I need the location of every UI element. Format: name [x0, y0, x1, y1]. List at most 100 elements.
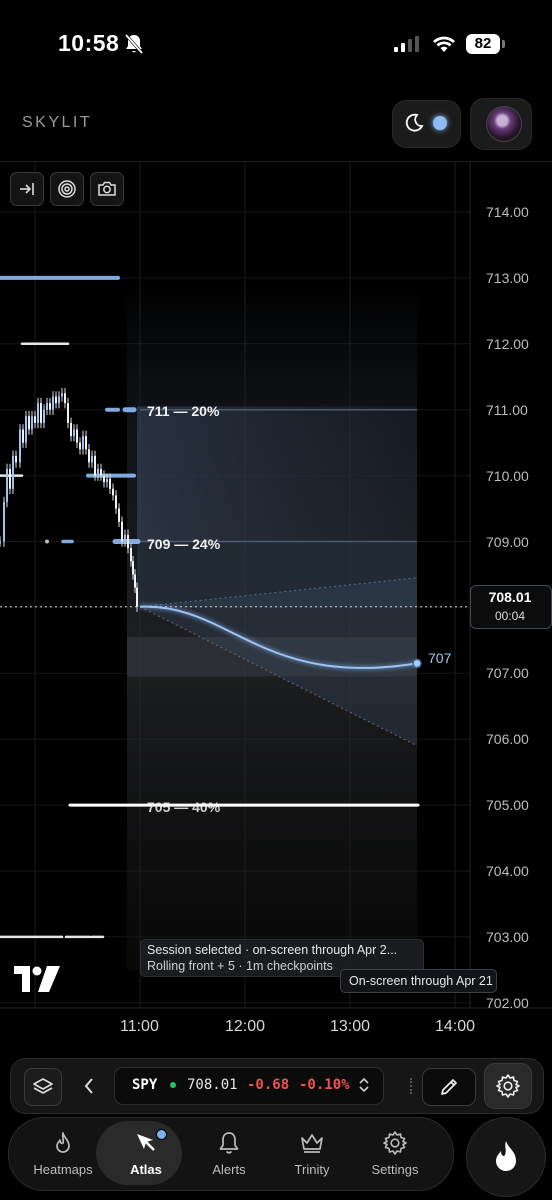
price-chart[interactable] [0, 162, 552, 1010]
probability-zone-upper [137, 406, 417, 543]
candle-body [61, 393, 63, 397]
candle-body [106, 478, 108, 483]
layers-button[interactable] [24, 1068, 62, 1106]
candle-body [97, 469, 99, 476]
drag-handle[interactable] [410, 1078, 414, 1094]
candle-body [52, 396, 54, 410]
candle-body [134, 574, 136, 588]
price-tick-label: 702.00 [486, 994, 529, 1011]
battery-tip [502, 40, 505, 48]
flame-icon [56, 1132, 70, 1153]
candle-body [124, 534, 126, 542]
crown-icon [301, 1134, 323, 1153]
candle-body [82, 436, 84, 450]
time-tick-label: 13:00 [330, 1018, 371, 1035]
theme-toggle[interactable] [392, 100, 461, 148]
current-price-value: 708.01 [488, 589, 532, 605]
atlas-badge [156, 1129, 167, 1140]
nav-heatmaps[interactable]: Heatmaps [22, 1121, 104, 1185]
battery-indicator: 82 [466, 34, 500, 54]
candle-body [79, 442, 81, 450]
chart-settings-button[interactable] [484, 1063, 532, 1109]
chevron-left-icon[interactable] [82, 1076, 96, 1096]
projection-label: 707 [428, 650, 452, 666]
nav-settings[interactable]: Settings [354, 1121, 436, 1185]
session-tooltip-line2: Rolling front + 5 · 1m checkpoints [147, 959, 333, 973]
ticker-change-pct: -0.10% [299, 1077, 350, 1093]
candle-body [3, 501, 5, 542]
price-tick-label: 707.00 [486, 665, 529, 682]
price-tick-label: 710.00 [486, 467, 529, 484]
price-tick-label: 706.00 [486, 731, 529, 748]
jump-to-end-icon [20, 183, 34, 195]
bell-icon [219, 1132, 239, 1154]
flow-dot-709 [45, 539, 49, 544]
nav-alerts[interactable]: Alerts [188, 1121, 270, 1185]
jump-to-latest-button[interactable] [10, 172, 44, 206]
nav-label-atlas: Atlas [130, 1162, 162, 1177]
ticker-change: -0.68 [247, 1077, 290, 1093]
range-tag-text: On-screen through Apr 21 [349, 974, 493, 988]
price-tick-label: 709.00 [486, 533, 529, 550]
candle-body [49, 403, 51, 410]
candle-body [12, 455, 14, 489]
gear-icon [383, 1131, 407, 1155]
candle-body [15, 455, 17, 463]
gear-icon [496, 1074, 520, 1098]
level-label-705: 705 — 40% [147, 799, 221, 815]
candle-body [100, 469, 102, 476]
candle-body [127, 534, 129, 549]
candle-body [58, 396, 60, 404]
candle-body [25, 416, 27, 443]
status-time: 10:58 [58, 30, 120, 56]
price-tick-label: 713.00 [486, 269, 529, 286]
nav-label-heatmaps: Heatmaps [33, 1162, 93, 1177]
candle-body [31, 416, 33, 430]
candle-body [55, 396, 57, 404]
candle-body [130, 548, 132, 562]
avatar [486, 106, 522, 142]
price-tick-label: 714.00 [486, 204, 529, 220]
candle-body [46, 403, 48, 410]
signal-icon [394, 36, 419, 52]
level-label-711: 711 — 20% [147, 403, 220, 419]
candle-body [43, 409, 45, 423]
candle-body [103, 475, 105, 483]
nav-trinity[interactable]: Trinity [271, 1121, 353, 1185]
candle-body [91, 455, 93, 463]
draw-button[interactable] [422, 1068, 476, 1106]
hot-button[interactable] [466, 1117, 546, 1197]
candle-body [70, 422, 72, 437]
time-tick-label: 11:00 [120, 1018, 159, 1035]
candle-countdown: 00:04 [494, 609, 526, 623]
candle-body [40, 403, 42, 423]
ticker-price: 708.01 [187, 1077, 238, 1093]
candle-body [94, 455, 96, 476]
flame-icon [496, 1141, 516, 1171]
up-down-chevron-icon [359, 1077, 369, 1093]
candle-body [115, 495, 117, 509]
wifi-icon [433, 36, 455, 52]
nav-label-trinity: Trinity [294, 1162, 330, 1177]
live-indicator [170, 1082, 176, 1088]
time-tick-label: 14:00 [435, 1018, 476, 1035]
price-tick-label: 705.00 [486, 797, 529, 814]
candle-body [112, 488, 114, 496]
screenshot-button[interactable] [90, 172, 124, 206]
price-tick-label: 711.00 [486, 401, 528, 418]
session-tooltip-line1: Session selected · on-screen through Apr… [147, 943, 398, 957]
nav-atlas[interactable]: Atlas [105, 1121, 187, 1185]
theme-indicator-dot [433, 116, 447, 130]
nav-label-settings: Settings [371, 1162, 419, 1177]
brand-title: SKYLIT [22, 114, 93, 131]
candle-body [37, 403, 39, 423]
target-button[interactable] [50, 172, 84, 206]
level-label-709: 709 — 24% [147, 536, 221, 552]
candle-body [22, 429, 24, 443]
tradingview-logo [14, 966, 60, 992]
candle-body [34, 416, 36, 423]
camera-icon [98, 181, 116, 196]
moon-icon [405, 113, 424, 132]
candle-body [136, 587, 138, 607]
layers-icon [33, 1078, 53, 1094]
